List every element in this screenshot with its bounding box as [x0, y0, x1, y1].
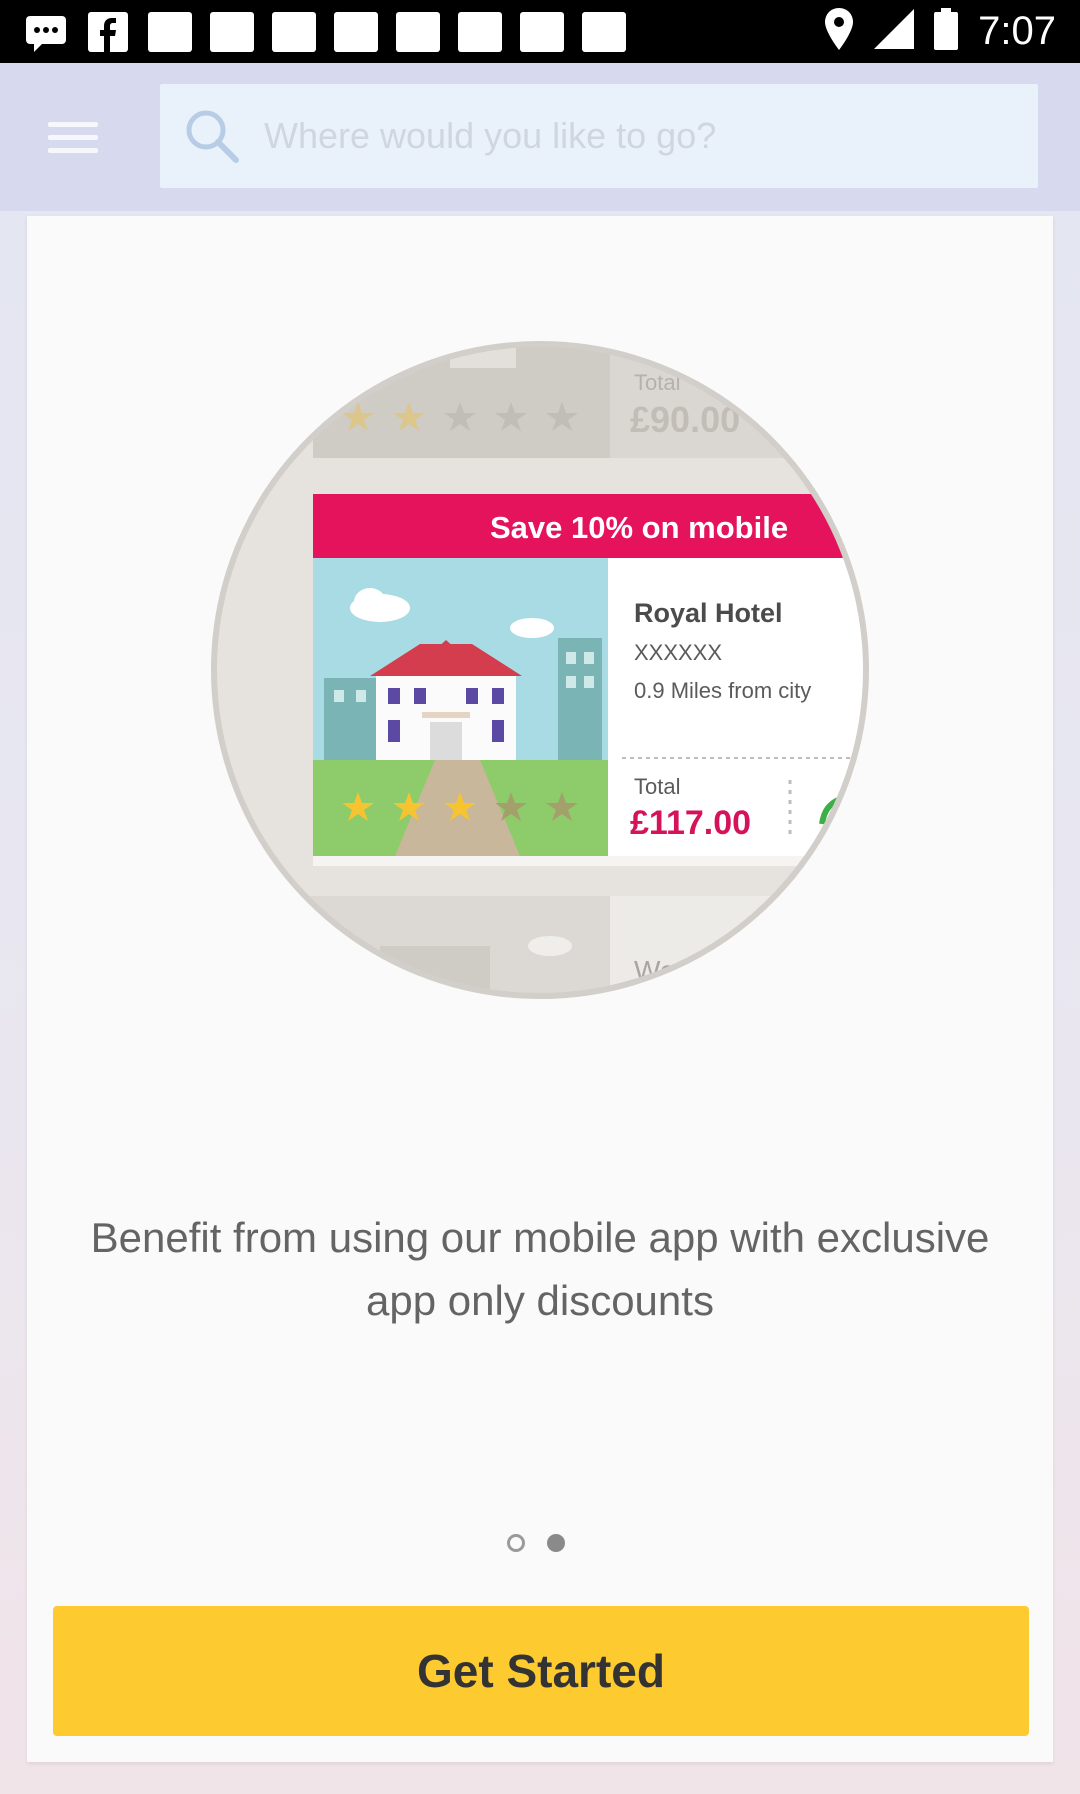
search-bar[interactable] — [160, 84, 1038, 188]
app-icon — [272, 12, 316, 52]
menu-line — [48, 147, 98, 153]
hotel-listing-illustration: Total £90.00 Save 10% on mobile Royal Ho… — [211, 341, 869, 999]
total-price: £117.00 — [630, 804, 751, 842]
clock: 7:07 — [978, 8, 1056, 53]
total-label: Total — [634, 774, 680, 799]
location-icon — [824, 7, 854, 55]
app-icon — [396, 12, 440, 52]
prev-card-total: £90.00 — [630, 399, 740, 440]
get-started-button[interactable]: Get Started — [53, 1606, 1029, 1736]
page-indicator — [507, 1534, 565, 1552]
hamburger-menu-icon[interactable] — [40, 109, 106, 165]
messages-icon — [24, 12, 68, 52]
signal-icon — [874, 8, 915, 54]
hotel-distance: 0.9 Miles from city — [634, 678, 811, 703]
app-icon — [334, 12, 378, 52]
facebook-icon — [86, 12, 130, 52]
menu-line — [48, 134, 98, 140]
hotel-address: XXXXXX — [634, 640, 722, 665]
battery-icon — [934, 7, 959, 55]
menu-line — [48, 121, 98, 127]
app-icon — [520, 12, 564, 52]
hotel-name: Royal Hotel — [634, 598, 783, 628]
notification-area — [24, 12, 626, 52]
promo-banner: Save 10% on mobile — [490, 510, 788, 545]
page-dot-2[interactable] — [547, 1534, 565, 1552]
app-icon — [210, 12, 254, 52]
status-bar: 7:07 — [0, 0, 1080, 63]
search-input[interactable] — [264, 102, 1004, 170]
app-icon — [148, 12, 192, 52]
onboarding-headline: Benefit from using our mobile app with e… — [90, 1214, 990, 1324]
page-dot-1[interactable] — [507, 1534, 525, 1552]
search-icon — [184, 108, 240, 164]
app-bar — [0, 63, 1080, 211]
system-status: 7:07 — [824, 7, 1056, 55]
onboarding-card: Total £90.00 Save 10% on mobile Royal Ho… — [27, 216, 1053, 1762]
app-icon — [582, 12, 626, 52]
app-icon — [458, 12, 502, 52]
